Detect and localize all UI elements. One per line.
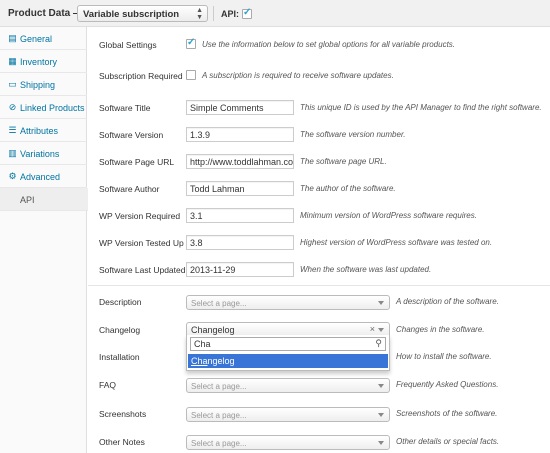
api-checkbox[interactable]: ✓: [242, 7, 252, 19]
chevron-down-icon: [378, 384, 384, 388]
description-page-select[interactable]: Select a page...: [186, 295, 390, 310]
changelog-dropdown: Cha ⚲ Changelog: [186, 335, 390, 371]
chevron-down-icon: [378, 328, 384, 332]
api-panel: Global Settings ✓ Use the information be…: [88, 27, 550, 453]
product-data-tabs: ▤ General ▦ Inventory ▭ Shipping ⊘ Linke…: [0, 27, 88, 453]
global-settings-checkbox[interactable]: ✓: [186, 37, 196, 49]
faq-label: FAQ: [99, 380, 117, 390]
inventory-icon: ▦: [8, 56, 17, 66]
tab-api-label: API: [20, 195, 35, 205]
screenshots-page-select[interactable]: Select a page...: [186, 407, 390, 422]
chevron-down-icon: [378, 301, 384, 305]
wp-version-required-input[interactable]: 3.1: [186, 208, 294, 223]
software-last-updated-desc: When the software was last updated.: [300, 265, 432, 274]
tab-linked-products[interactable]: ⊘ Linked Products: [0, 96, 87, 119]
tab-attributes-label: Attributes: [20, 126, 59, 136]
api-icon: [7, 194, 18, 205]
tab-general-label: General: [20, 34, 53, 44]
software-last-updated-input[interactable]: 2013-11-29: [186, 262, 294, 277]
software-page-url-input[interactable]: http://www.toddlahman.co: [186, 154, 294, 169]
wrench-icon: ▤: [8, 33, 17, 43]
check-icon: ✓: [243, 7, 252, 18]
section-divider: [88, 285, 550, 286]
tab-variations[interactable]: ▥ Variations: [0, 142, 87, 165]
changelog-result-option[interactable]: Changelog: [188, 354, 388, 368]
tab-variations-label: Variations: [20, 149, 60, 159]
software-title-input[interactable]: Simple Comments: [186, 100, 294, 115]
changelog-label: Changelog: [99, 325, 141, 335]
software-page-url-label: Software Page URL: [99, 157, 175, 167]
software-last-updated-label: Software Last Updated: [99, 265, 186, 275]
tab-attributes[interactable]: ☰ Attributes: [0, 119, 87, 142]
software-version-desc: The software version number.: [300, 130, 406, 139]
software-page-url-desc: The software page URL.: [300, 157, 387, 166]
faq-page-select[interactable]: Select a page...: [186, 378, 390, 393]
software-author-label: Software Author: [99, 184, 160, 194]
product-type-select[interactable]: Variable subscription ▲ ▼: [77, 5, 208, 22]
result-rest-text: ngelog: [207, 356, 235, 366]
other-notes-placeholder: Select a page...: [191, 439, 247, 448]
tab-inventory-label: Inventory: [20, 57, 58, 67]
gear-icon: ⚙: [8, 171, 17, 181]
truck-icon: ▭: [8, 79, 17, 89]
tab-advanced-label: Advanced: [20, 172, 61, 182]
clear-icon[interactable]: ×: [370, 324, 375, 334]
chevron-down-icon: [378, 441, 384, 445]
software-version-input[interactable]: 1.3.9: [186, 127, 294, 142]
software-title-desc: This unique ID is used by the API Manage…: [300, 103, 542, 112]
subscription-required-desc: A subscription is required to receive so…: [202, 71, 394, 80]
select-arrows-icon: ▲ ▼: [196, 7, 203, 21]
check-icon: ✓: [187, 37, 196, 48]
other-notes-desc: Other details or special facts.: [396, 437, 500, 446]
wp-version-tested-label: WP Version Tested Up To: [99, 238, 195, 248]
product-type-value: Variable subscription: [83, 9, 180, 20]
faq-desc: Frequently Asked Questions.: [396, 380, 499, 389]
tab-shipping-label: Shipping: [20, 80, 56, 90]
tab-shipping[interactable]: ▭ Shipping: [0, 73, 87, 96]
software-author-input[interactable]: Todd Lahman: [186, 181, 294, 196]
product-data-title: Product Data —: [8, 8, 84, 19]
software-author-desc: The author of the software.: [300, 184, 396, 193]
description-label: Description: [99, 297, 142, 307]
subscription-required-label: Subscription Required: [99, 71, 183, 81]
description-desc: A description of the software.: [396, 297, 499, 306]
tab-general[interactable]: ▤ General: [0, 27, 87, 50]
list-icon: ☰: [8, 125, 17, 135]
tab-linked-products-label: Linked Products: [20, 103, 85, 113]
wp-version-required-label: WP Version Required: [99, 211, 181, 221]
other-notes-page-select[interactable]: Select a page...: [186, 435, 390, 450]
changelog-desc: Changes in the software.: [396, 325, 485, 334]
description-placeholder: Select a page...: [191, 299, 247, 308]
api-label: API:: [221, 9, 239, 19]
tab-api[interactable]: API: [0, 188, 88, 211]
subscription-required-checkbox[interactable]: [186, 70, 196, 80]
wp-version-required-desc: Minimum version of WordPress software re…: [300, 211, 477, 220]
software-title-label: Software Title: [99, 103, 151, 113]
screenshots-placeholder: Select a page...: [191, 411, 247, 420]
software-version-label: Software Version: [99, 130, 164, 140]
changelog-search-value: Cha: [194, 339, 211, 349]
screenshots-label: Screenshots: [99, 409, 147, 419]
tab-advanced[interactable]: ⚙ Advanced: [0, 165, 87, 188]
wp-version-tested-desc: Highest version of WordPress software wa…: [300, 238, 493, 247]
installation-label: Installation: [99, 352, 140, 362]
header-divider: [213, 6, 214, 21]
link-icon: ⊘: [8, 102, 17, 112]
result-match-text: Cha: [191, 356, 208, 366]
wp-version-tested-input[interactable]: 3.8: [186, 235, 294, 250]
search-icon: ⚲: [375, 338, 382, 348]
chevron-down-icon: [378, 413, 384, 417]
global-settings-desc: Use the information below to set global …: [202, 40, 456, 49]
other-notes-label: Other Notes: [99, 437, 145, 447]
changelog-search-input[interactable]: Cha ⚲: [190, 337, 386, 351]
changelog-selected-value: Changelog: [191, 325, 235, 335]
faq-placeholder: Select a page...: [191, 382, 247, 391]
global-settings-label: Global Settings: [99, 40, 157, 50]
product-data-header: Product Data — Variable subscription ▲ ▼ …: [0, 0, 550, 27]
grid-icon: ▥: [8, 148, 17, 158]
installation-desc: How to install the software.: [396, 352, 492, 361]
tab-inventory[interactable]: ▦ Inventory: [0, 50, 87, 73]
screenshots-desc: Screenshots of the software.: [396, 409, 498, 418]
